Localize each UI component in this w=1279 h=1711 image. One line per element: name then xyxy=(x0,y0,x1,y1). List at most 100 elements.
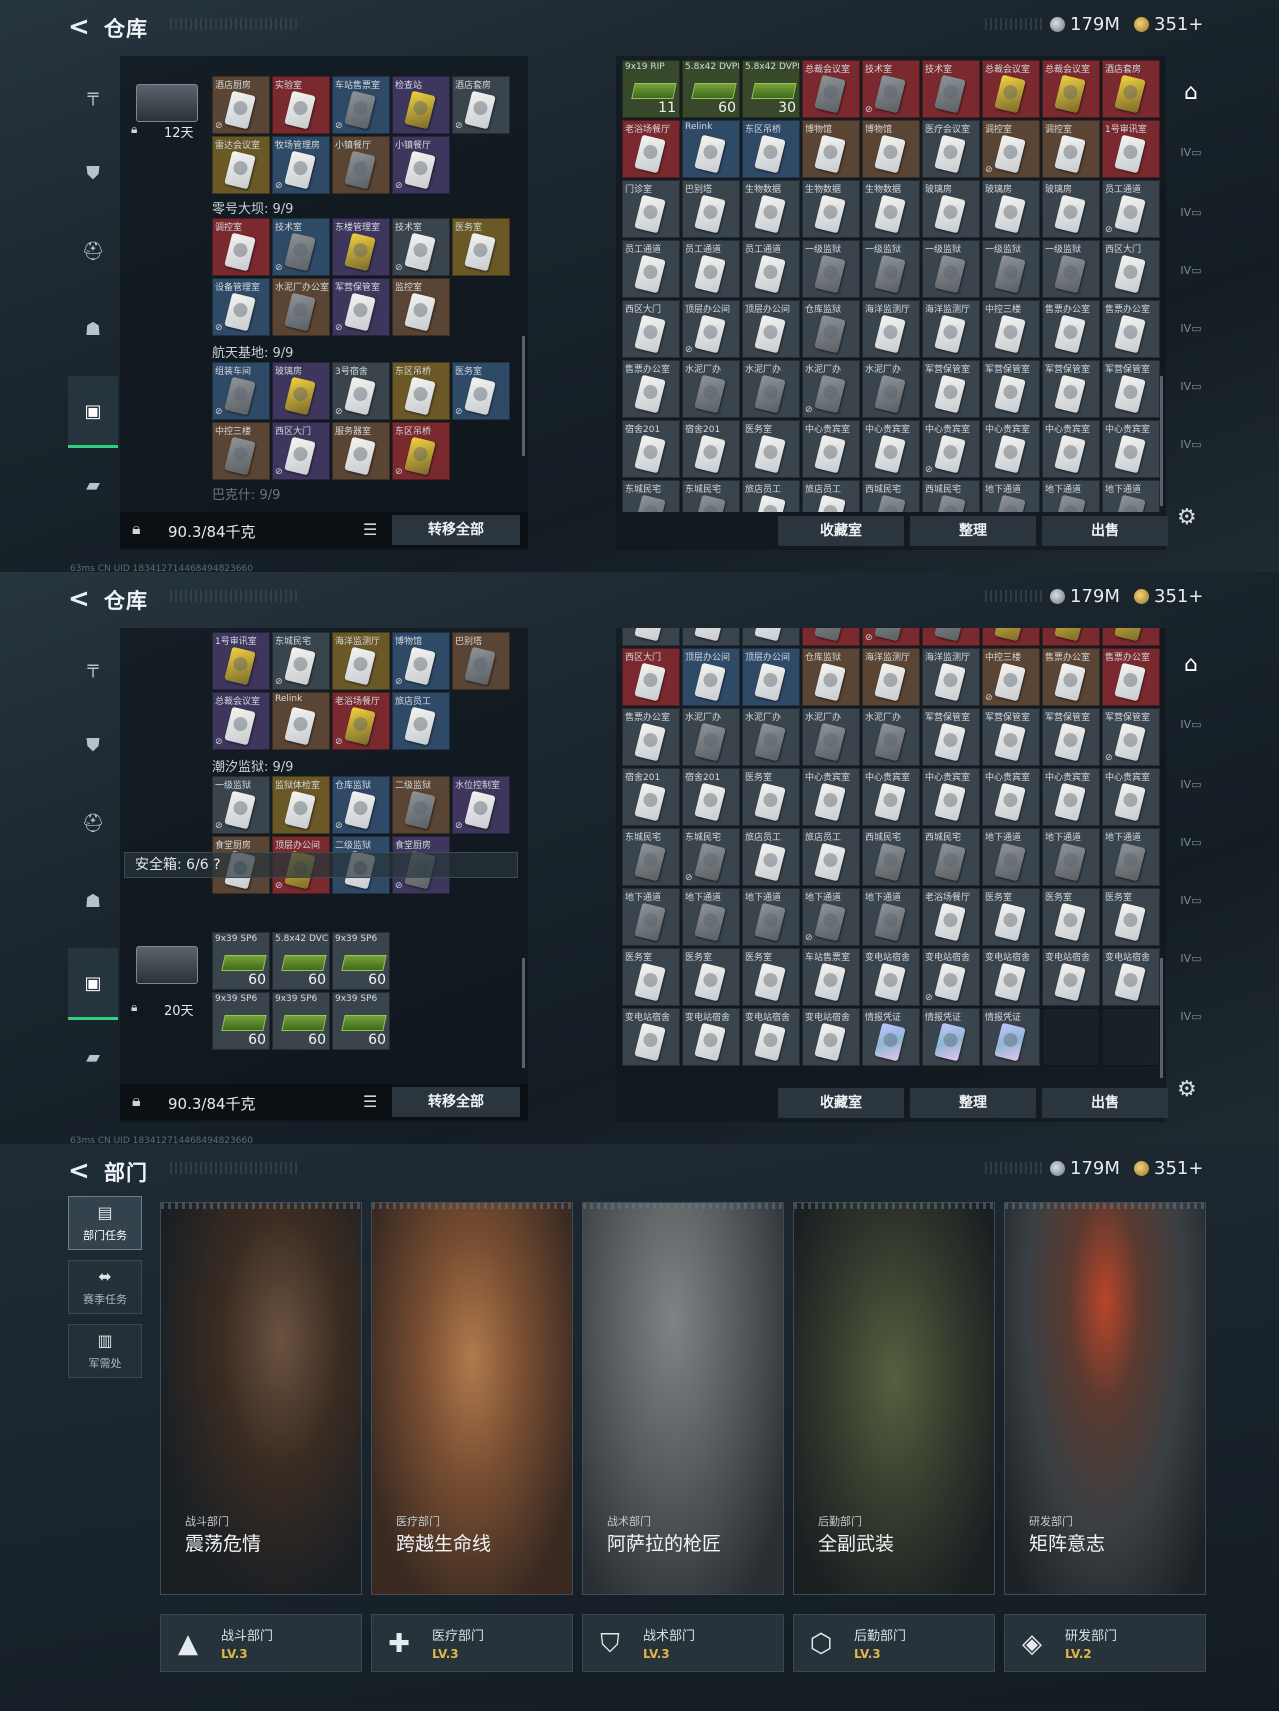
back-button[interactable]: < xyxy=(68,12,90,42)
storage-tier-icon[interactable]: IV▭ xyxy=(1174,828,1208,858)
sell-button[interactable]: 出售 xyxy=(1042,516,1168,546)
keycard-slot[interactable]: 技术室 ⊘ xyxy=(862,60,920,118)
collect-room-button[interactable]: 收藏室 xyxy=(778,1088,904,1118)
keycard-slot[interactable]: 海洋监测厅 xyxy=(332,632,390,690)
keycard-slot[interactable]: 生物数据 xyxy=(862,180,920,238)
keycard-slot[interactable]: 西区大门 xyxy=(622,648,680,706)
mission-card-logistics[interactable]: 后勤部门 全副武装 xyxy=(793,1202,995,1595)
back-button[interactable]: < xyxy=(68,1156,90,1186)
keycard-slot[interactable]: 中心贵宾室 xyxy=(802,420,860,478)
keycard-slot[interactable]: 水泥厂办 xyxy=(742,360,800,418)
ammo-slot[interactable]: 5.8x42 DVP88 30 xyxy=(742,60,800,118)
keycard-slot[interactable]: 生物数据 xyxy=(742,180,800,238)
keycard-slot[interactable]: 医务室 xyxy=(682,948,740,1006)
keycard-slot[interactable]: 中心贵宾室 xyxy=(922,768,980,826)
ammo-slot[interactable]: 9x39 SP6 60 xyxy=(332,932,390,990)
keycard-slot[interactable]: 军营保管室 xyxy=(922,708,980,766)
keycard-case-icon[interactable] xyxy=(136,84,198,122)
dept-tactical[interactable]: ⛉ 战术部门 LV.3 xyxy=(582,1614,784,1672)
keycard-slot[interactable]: 变电站宿舍 xyxy=(622,1008,680,1066)
keycard-slot[interactable]: 地下通道 xyxy=(1102,480,1160,512)
keycard-slot[interactable]: 医务室 xyxy=(742,948,800,1006)
settings-gear-icon[interactable]: ⚙ xyxy=(1177,505,1197,530)
helmet-icon[interactable]: ⛑ xyxy=(68,232,118,272)
keycard-slot[interactable]: Relink xyxy=(272,692,330,750)
keycard-slot[interactable] xyxy=(622,628,680,646)
keycard-slot[interactable]: 员工通道 xyxy=(682,240,740,298)
keycard-slot[interactable]: 变电站宿舍 xyxy=(802,1008,860,1066)
keycard-slot[interactable] xyxy=(682,628,740,646)
keycard-slot[interactable]: 二级监狱 xyxy=(392,776,450,834)
keycard-slot[interactable]: 巴别塔 xyxy=(682,180,740,238)
tab-season-tasks[interactable]: ⬌ 赛季任务 xyxy=(68,1260,142,1314)
keycard-slot[interactable]: 地下通道 xyxy=(622,888,680,946)
dept-logistics[interactable]: ⬡ 后勤部门 LV.3 xyxy=(793,1614,995,1672)
silver-currency[interactable]: 179M xyxy=(1050,14,1120,35)
keycard-slot[interactable]: 门诊室 xyxy=(622,180,680,238)
storage-tier-icon[interactable]: IV▭ xyxy=(1174,138,1208,168)
lock-icon[interactable]: 🔒︎ xyxy=(132,519,141,539)
ammo-slot[interactable]: 9x39 SP6 60 xyxy=(212,932,270,990)
list-icon[interactable]: ☰ xyxy=(363,1092,377,1111)
armor-vest-icon[interactable]: ⛊ xyxy=(68,726,118,766)
keycard-slot[interactable]: 实验室 xyxy=(272,76,330,134)
dept-medical[interactable]: ✚ 医疗部门 LV.3 xyxy=(371,1614,573,1672)
keycard-slot[interactable]: 中控三楼 xyxy=(212,422,270,480)
ammo-slot[interactable]: 9x19 RIP 11 xyxy=(622,60,680,118)
keycard-slot[interactable]: 医务室 xyxy=(742,768,800,826)
keycard-slot[interactable]: 西城民宅 xyxy=(922,480,980,512)
collect-room-button[interactable]: 收藏室 xyxy=(778,516,904,546)
keycard-slot[interactable]: 旅店员工 xyxy=(802,480,860,512)
keycard-slot[interactable]: 情报凭证 xyxy=(982,1008,1040,1066)
armor-vest-icon[interactable]: ⛊ xyxy=(68,154,118,194)
keycard-slot[interactable]: 军营保管室 xyxy=(982,360,1040,418)
home-icon[interactable]: ⌂ xyxy=(1174,650,1208,680)
keycard-slot[interactable]: 旅店员工 xyxy=(802,828,860,886)
keycard-slot[interactable]: 地下通道 xyxy=(1102,828,1160,886)
keycard-slot[interactable]: 医务室 xyxy=(1042,888,1100,946)
keycard-slot[interactable]: 博物馆 ⊘ xyxy=(392,632,450,690)
keycard-slot[interactable]: 水泥厂办 xyxy=(742,708,800,766)
home-icon[interactable]: ⌂ xyxy=(1174,78,1208,108)
keycard-slot[interactable]: 顶层办公间 ⊘ xyxy=(682,300,740,358)
keycard-slot[interactable]: 海洋监测厅 xyxy=(862,648,920,706)
keycard-slot[interactable]: 博物馆 xyxy=(862,120,920,178)
keycard-slot[interactable]: 顶层办公间 xyxy=(682,648,740,706)
keycard-slot[interactable]: 水泥厂办 xyxy=(862,708,920,766)
keycard-slot[interactable]: 中控三楼 xyxy=(982,300,1040,358)
keycard-slot[interactable]: 东区吊桥 xyxy=(392,362,450,420)
ammo-slot[interactable]: 5.8x42 DVP88 60 xyxy=(682,60,740,118)
keycard-slot[interactable]: 军营保管室 xyxy=(1102,360,1160,418)
keycard-slot[interactable]: 地下通道 xyxy=(982,828,1040,886)
keycard-slot[interactable]: 仓库监狱 xyxy=(802,648,860,706)
storage-tier-icon[interactable]: IV▭ xyxy=(1174,770,1208,800)
keycard-slot[interactable]: 东楼管理室 xyxy=(332,218,390,276)
keycard-slot[interactable]: 西城民宅 xyxy=(862,828,920,886)
keycard-slot[interactable]: 军营保管室 xyxy=(1042,360,1100,418)
keycard-slot[interactable]: 海洋监测厅 xyxy=(922,648,980,706)
keycard-slot[interactable]: 中控三楼 ⊘ xyxy=(982,648,1040,706)
keycard-slot[interactable]: 医疗会议室 xyxy=(922,120,980,178)
settings-gear-icon[interactable]: ⚙ xyxy=(1177,1077,1197,1102)
keycard-slot[interactable]: 售票办公室 xyxy=(1102,648,1160,706)
keycard-slot[interactable]: 一级监狱 xyxy=(862,240,920,298)
keycard-slot[interactable]: 一级监狱 xyxy=(922,240,980,298)
keycard-slot[interactable]: 中心贵宾室 xyxy=(1042,420,1100,478)
briefcase-icon[interactable]: ▰ xyxy=(68,466,118,506)
keycard-slot[interactable] xyxy=(982,628,1040,646)
keycard-slot[interactable]: 生物数据 xyxy=(802,180,860,238)
keycard-slot[interactable]: 中心贵宾室 xyxy=(982,420,1040,478)
keycard-slot[interactable] xyxy=(1102,628,1160,646)
keycard-slot[interactable]: 检查站 xyxy=(392,76,450,134)
keycard-slot[interactable] xyxy=(742,628,800,646)
keycard-slot[interactable]: 1号审讯室 xyxy=(212,632,270,690)
scrollbar[interactable] xyxy=(522,336,525,456)
keycard-slot[interactable]: 售票办公室 xyxy=(622,360,680,418)
backpack-icon[interactable]: ☗ xyxy=(68,310,118,350)
keycard-slot[interactable]: 变电站宿舍 xyxy=(1102,948,1160,1006)
backpack-icon[interactable]: ☗ xyxy=(68,882,118,922)
tab-department-tasks[interactable]: ▤ 部门任务 xyxy=(68,1196,142,1250)
organize-button[interactable]: 整理 xyxy=(910,1088,1036,1118)
ammo-slot[interactable]: 9x39 SP6 60 xyxy=(272,992,330,1050)
keycard-slot[interactable]: 东城民宅 ⊘ xyxy=(272,632,330,690)
